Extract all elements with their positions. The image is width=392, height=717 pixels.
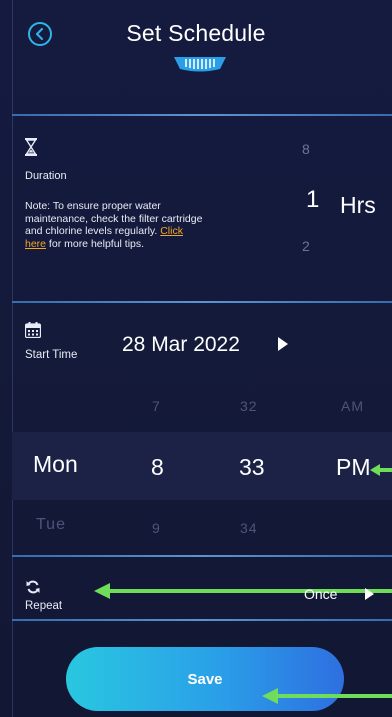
hour-selected[interactable]: 8 bbox=[151, 454, 164, 481]
annotation-arrow-icon bbox=[262, 688, 392, 704]
start-time-label: Start Time bbox=[25, 349, 78, 361]
repeat-label: Repeat bbox=[25, 600, 63, 612]
minute-option-below[interactable]: 34 bbox=[240, 520, 258, 536]
chevron-right-icon[interactable] bbox=[277, 336, 289, 352]
chevron-right-icon[interactable] bbox=[364, 587, 375, 601]
divider bbox=[12, 301, 392, 303]
note-text-end: for more helpful tips. bbox=[46, 237, 145, 250]
minute-selected[interactable]: 33 bbox=[239, 454, 265, 481]
divider bbox=[12, 114, 392, 116]
hour-option-below[interactable]: 9 bbox=[152, 520, 161, 536]
page-title: Set Schedule bbox=[126, 20, 266, 46]
calendar-icon bbox=[25, 322, 41, 338]
start-date[interactable]: 28 Mar 2022 bbox=[122, 333, 240, 357]
duration-unit: Hrs bbox=[340, 192, 376, 218]
hourglass-icon bbox=[25, 138, 37, 156]
duration-label: Duration bbox=[25, 170, 67, 182]
annotation-arrow-icon bbox=[94, 583, 392, 599]
divider bbox=[12, 555, 392, 557]
repeat-icon bbox=[26, 580, 40, 594]
device-icon bbox=[174, 57, 226, 72]
repeat-value[interactable]: Once bbox=[304, 586, 337, 602]
day-selected[interactable]: Mon bbox=[33, 451, 78, 478]
duration-option-above[interactable]: 8 bbox=[302, 141, 310, 157]
hour-option-above[interactable]: 7 bbox=[152, 398, 161, 414]
day-option-below[interactable]: Tue bbox=[36, 516, 66, 534]
header: Set Schedule bbox=[0, 0, 392, 115]
divider bbox=[12, 619, 392, 621]
minute-option-above[interactable]: 32 bbox=[240, 398, 258, 414]
duration-note: Note: To ensure proper water maintenance… bbox=[25, 200, 205, 250]
duration-option-below[interactable]: 2 bbox=[302, 238, 310, 254]
annotation-arrow-icon bbox=[370, 464, 392, 476]
period-option-above[interactable]: AM bbox=[341, 398, 364, 414]
app-screen: Set Schedule Duration Note: To ensure pr… bbox=[0, 0, 392, 717]
period-selected[interactable]: PM bbox=[336, 454, 371, 481]
duration-selected[interactable]: 1 bbox=[306, 186, 319, 214]
